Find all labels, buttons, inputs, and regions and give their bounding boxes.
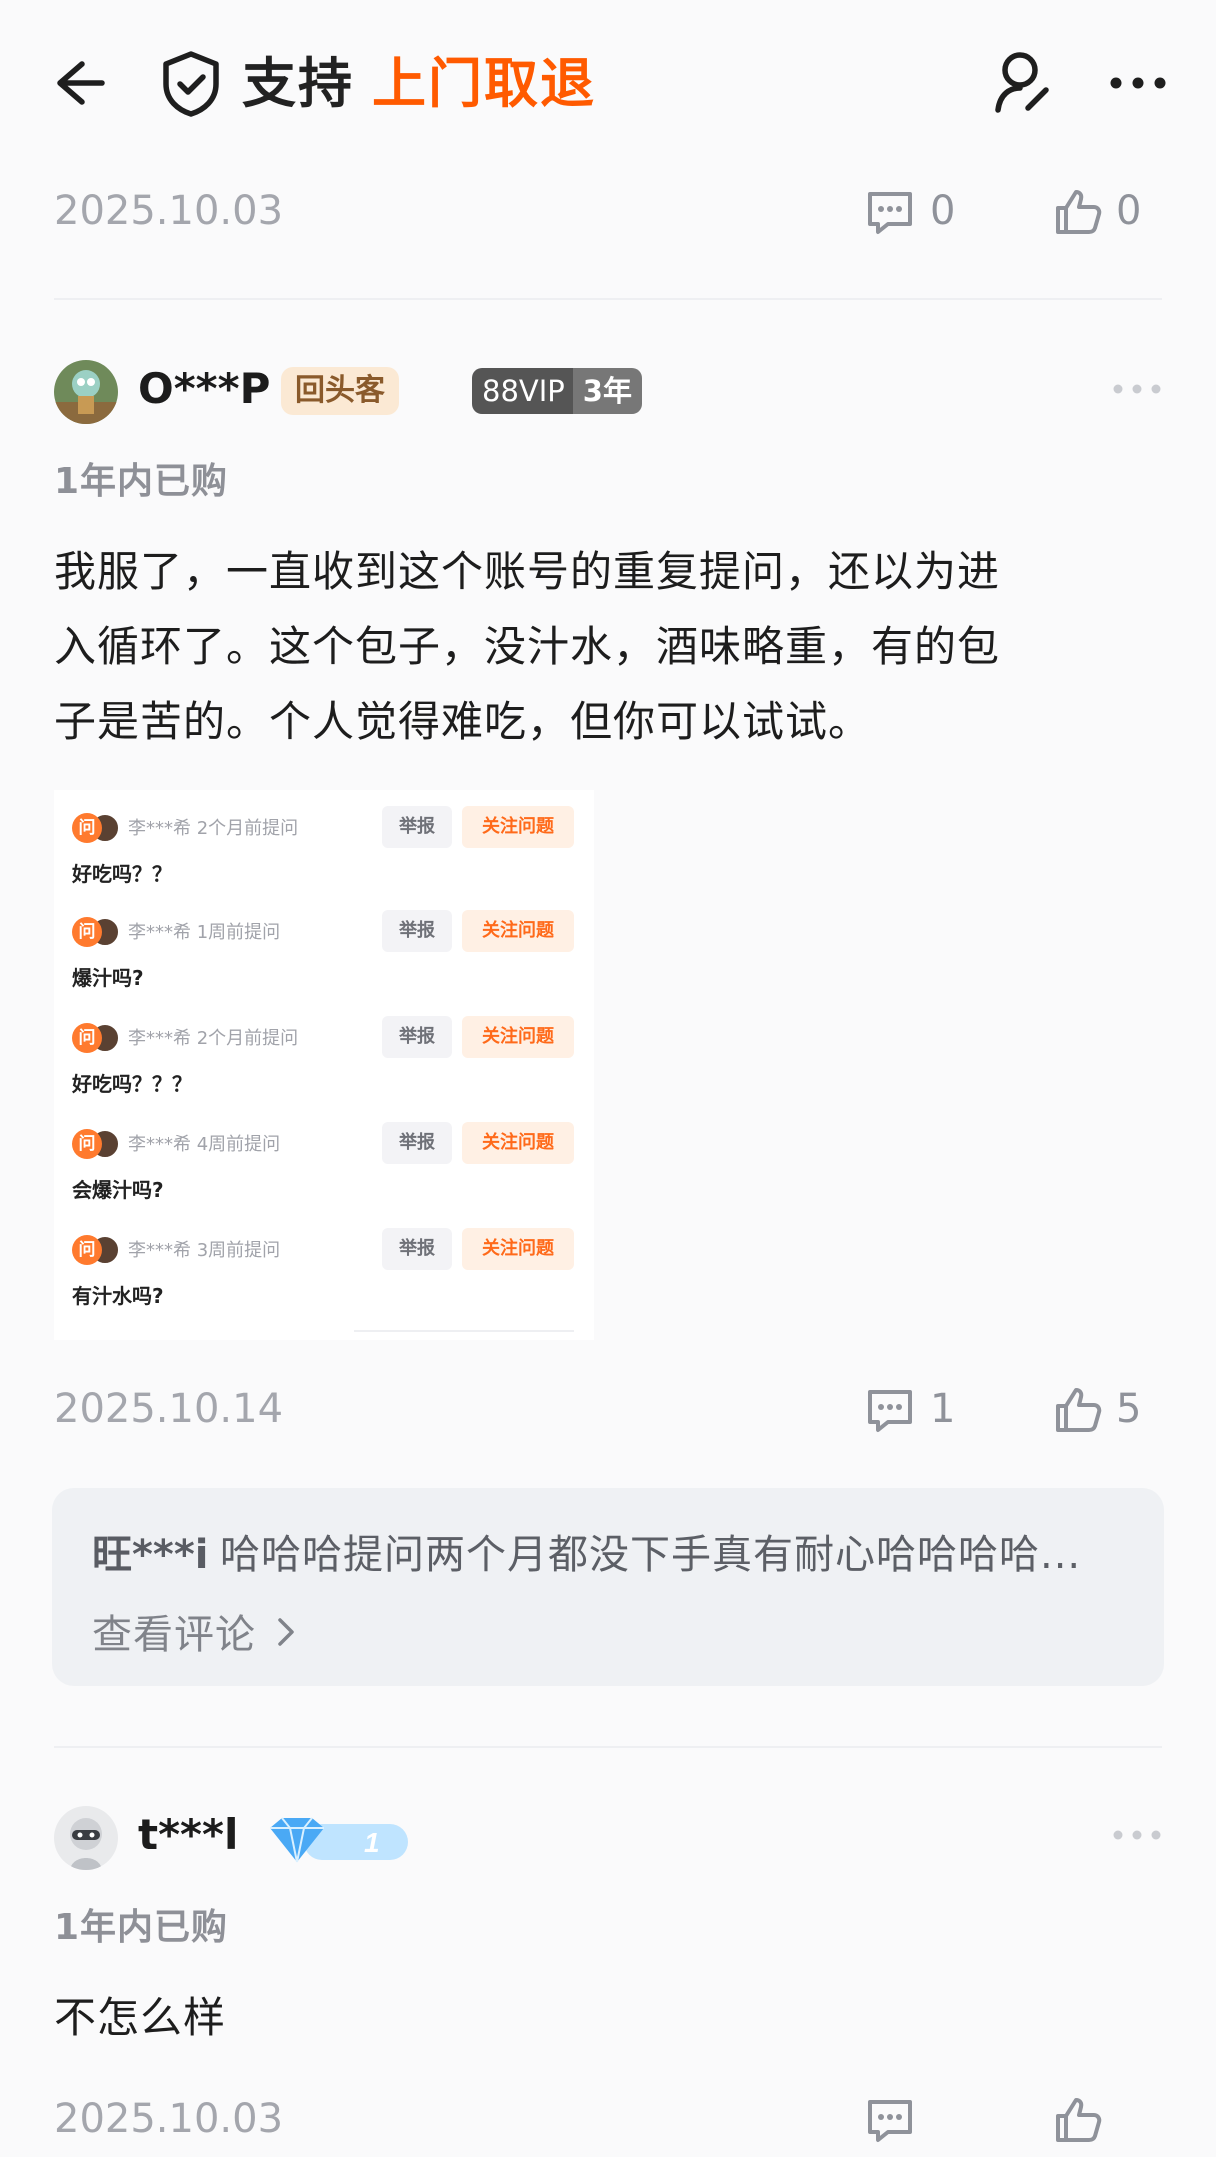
ask-tag: 问 [72, 1129, 102, 1159]
review-footer: 2025.10.14 1 5 [54, 1380, 1162, 1440]
chevron-right-icon [278, 1618, 294, 1646]
title-feature: 上门取退 [372, 52, 596, 115]
view-comments-link[interactable]: 查看评论 [92, 1602, 256, 1660]
reply-text: 哈哈哈提问两个月都没下手真有耐心哈哈哈哈... [220, 1532, 1082, 1578]
vip-badge: 88VIP 3年 [472, 368, 642, 414]
username[interactable]: t***l [138, 1810, 238, 1859]
review-text-line: 入循环了。这个包子，没汁水，酒味略重，有的包 [54, 622, 1001, 671]
thumbs-up-icon[interactable] [1052, 2094, 1104, 2146]
more-dots-icon[interactable] [1112, 378, 1162, 400]
qa-user: 李***希 2个月前提问 [128, 1028, 299, 1049]
review-user-row: O***P 回头客 88VIP 3年 [54, 360, 1162, 426]
reply-preview[interactable]: 旺***i 哈哈哈提问两个月都没下手真有耐心哈哈哈哈... 查看评论 [52, 1488, 1164, 1686]
top-bar: 支持 上门取退 [0, 0, 1216, 160]
vip-badge-label: 88VIP [472, 368, 573, 414]
qa-user: 李***希 4周前提问 [128, 1134, 281, 1155]
report-button: 举报 [382, 806, 452, 848]
report-button: 举报 [382, 1016, 452, 1058]
ask-tag: 问 [72, 1023, 102, 1053]
qa-question: 会爆汁吗? [72, 1178, 164, 1202]
review-text: 不怎么样 [54, 1993, 227, 2042]
comment-count: 0 [930, 188, 956, 234]
review-date: 2025.10.03 [54, 188, 284, 234]
title-support: 支持 [242, 52, 354, 115]
qa-user: 李***希 3周前提问 [128, 1240, 281, 1261]
diamond-level-icon: 1 [270, 1817, 408, 1863]
review-date: 2025.10.14 [54, 1386, 284, 1432]
thumbs-up-icon[interactable] [1052, 186, 1104, 238]
qa-question: 好吃吗？？ [72, 862, 172, 886]
review-text: 我服了，一直收到这个账号的重复提问，还以为进 入循环了。这个包子，没汁水，酒味略… [54, 534, 1164, 759]
comment-icon[interactable] [864, 1384, 916, 1436]
purchase-status: 1年内已购 [54, 461, 229, 502]
qa-question: 有汁水吗? [72, 1284, 164, 1308]
report-button: 举报 [382, 910, 452, 952]
qa-user: 李***希 1周前提问 [128, 922, 281, 943]
report-button: 举报 [382, 1228, 452, 1270]
follow-question-button: 关注问题 [462, 910, 574, 952]
comment-icon[interactable] [864, 2094, 916, 2146]
review-date: 2025.10.03 [54, 2096, 284, 2142]
like-count: 5 [1116, 1386, 1142, 1432]
divider [54, 1746, 1162, 1748]
review-user-row: t***l 1 [54, 1806, 1162, 1872]
thumbs-up-icon[interactable] [1052, 1384, 1104, 1436]
divider [354, 1330, 574, 1332]
ask-tag: 问 [72, 1235, 102, 1265]
qa-question: 好吃吗？？？ [72, 1072, 192, 1096]
more-options-icon[interactable] [1108, 58, 1168, 108]
qa-item: 问 李***希 3周前提问 举报 关注问题 有汁水吗? [72, 1228, 592, 1332]
username[interactable]: O***P [138, 364, 270, 413]
customer-service-icon[interactable] [992, 46, 1054, 116]
comment-icon[interactable] [864, 186, 916, 238]
avatar[interactable] [54, 1806, 118, 1870]
follow-question-button: 关注问题 [462, 1228, 574, 1270]
qa-user: 李***希 2个月前提问 [128, 818, 299, 839]
like-count: 0 [1116, 188, 1142, 234]
page-title: 支持 上门取退 [242, 48, 596, 120]
level-number: 1 [364, 1827, 380, 1858]
review-footer: 2025.10.03 0 0 [54, 182, 1162, 242]
qa-question: 爆汁吗? [72, 966, 144, 990]
follow-question-button: 关注问题 [462, 1016, 574, 1058]
more-dots-icon[interactable] [1112, 1824, 1162, 1846]
back-arrow-icon[interactable] [48, 52, 110, 114]
qa-item: 问 李***希 4周前提问 举报 关注问题 会爆汁吗? [72, 1122, 592, 1226]
report-button: 举报 [382, 1122, 452, 1164]
follow-question-button: 关注问题 [462, 806, 574, 848]
review-text-line: 我服了，一直收到这个账号的重复提问，还以为进 [54, 547, 1001, 596]
review-footer: 2025.10.03 [54, 2090, 1162, 2150]
reply-username: 旺***i [92, 1532, 209, 1578]
review-photo[interactable]: 问 李***希 2个月前提问 举报 关注问题 好吃吗？？ 问 李***希 1周前… [54, 790, 594, 1340]
avatar[interactable] [54, 360, 118, 424]
vip-badge-years: 3年 [572, 368, 642, 414]
qa-item: 问 李***希 2个月前提问 举报 关注问题 好吃吗？？ [72, 806, 592, 910]
review-text-line: 子是苦的。个人觉得难吃，但你可以试试。 [54, 697, 872, 746]
purchase-status: 1年内已购 [54, 1907, 229, 1948]
comment-count: 1 [930, 1386, 956, 1432]
ask-tag: 问 [72, 917, 102, 947]
qa-item: 问 李***希 1周前提问 举报 关注问题 爆汁吗? [72, 910, 592, 1014]
returning-customer-badge: 回头客 [281, 367, 399, 415]
follow-question-button: 关注问题 [462, 1122, 574, 1164]
shield-check-icon [163, 51, 219, 117]
divider [54, 298, 1162, 300]
ask-tag: 问 [72, 813, 102, 843]
qa-item: 问 李***希 2个月前提问 举报 关注问题 好吃吗？？？ [72, 1016, 592, 1120]
